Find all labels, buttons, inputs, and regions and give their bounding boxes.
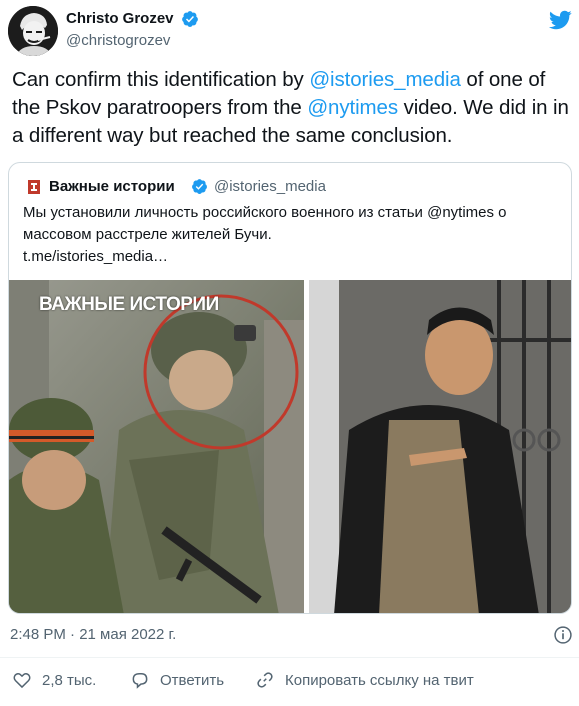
soldiers-image [9,280,304,613]
avatar-portrait-icon [8,6,58,56]
tweet-timestamp[interactable]: 2:48 PM · 21 мая 2022 г. [10,625,176,645]
author-avatar[interactable] [8,6,58,56]
like-count: 2,8 тыс. [42,671,97,689]
tweet-text: Can confirm this identification by @isto… [12,66,572,150]
quoted-avatar-icon [28,180,40,194]
action-bar: 2,8 тыс. Ответить Копировать ссылку на т… [0,666,579,694]
mention-link[interactable]: @nytimes [307,96,398,119]
author-display-name[interactable]: Christo Grozev [66,9,174,29]
quoted-body: Мы установили личность российского военн… [23,204,507,243]
link-icon [257,672,273,688]
reply-button[interactable]: Ответить [130,666,224,694]
media-watermark: ВАЖНЫЕ ИСТОРИИ [39,294,219,315]
like-button[interactable]: 2,8 тыс. [12,666,96,694]
quoted-display-name[interactable]: Важные истории [49,177,175,197]
twitter-bird-icon[interactable] [548,8,572,32]
quoted-text: Мы установили личность российского военн… [23,202,563,268]
tweet-card: Christo Grozev @christogrozev Can confir… [0,0,579,706]
quoted-media[interactable]: ВАЖНЫЕ ИСТОРИИ [9,280,571,613]
portrait-image [309,280,571,613]
quoted-tweet[interactable]: Важные истории @istories_media Мы устано… [8,162,572,614]
divider [0,657,579,658]
author-handle[interactable]: @christogrozev [66,31,170,51]
quoted-handle[interactable]: @istories_media [214,177,326,197]
copy-link-button[interactable]: Копировать ссылку на твит [255,666,474,694]
verified-badge-icon [182,11,198,27]
heart-icon [13,673,31,689]
photo-portrait[interactable] [309,280,571,613]
mention-link[interactable]: @istories_media [309,68,461,91]
tweet-text-segment: Can confirm this identification by [12,68,310,91]
photo-soldiers[interactable]: ВАЖНЫЕ ИСТОРИИ [9,280,304,613]
copy-link-label: Копировать ссылку на твит [285,671,474,689]
quoted-link[interactable]: t.me/istories_media… [23,246,563,268]
info-icon[interactable] [553,625,573,645]
reply-icon [132,673,148,689]
verified-badge-icon [192,179,207,194]
reply-label: Ответить [160,671,225,689]
